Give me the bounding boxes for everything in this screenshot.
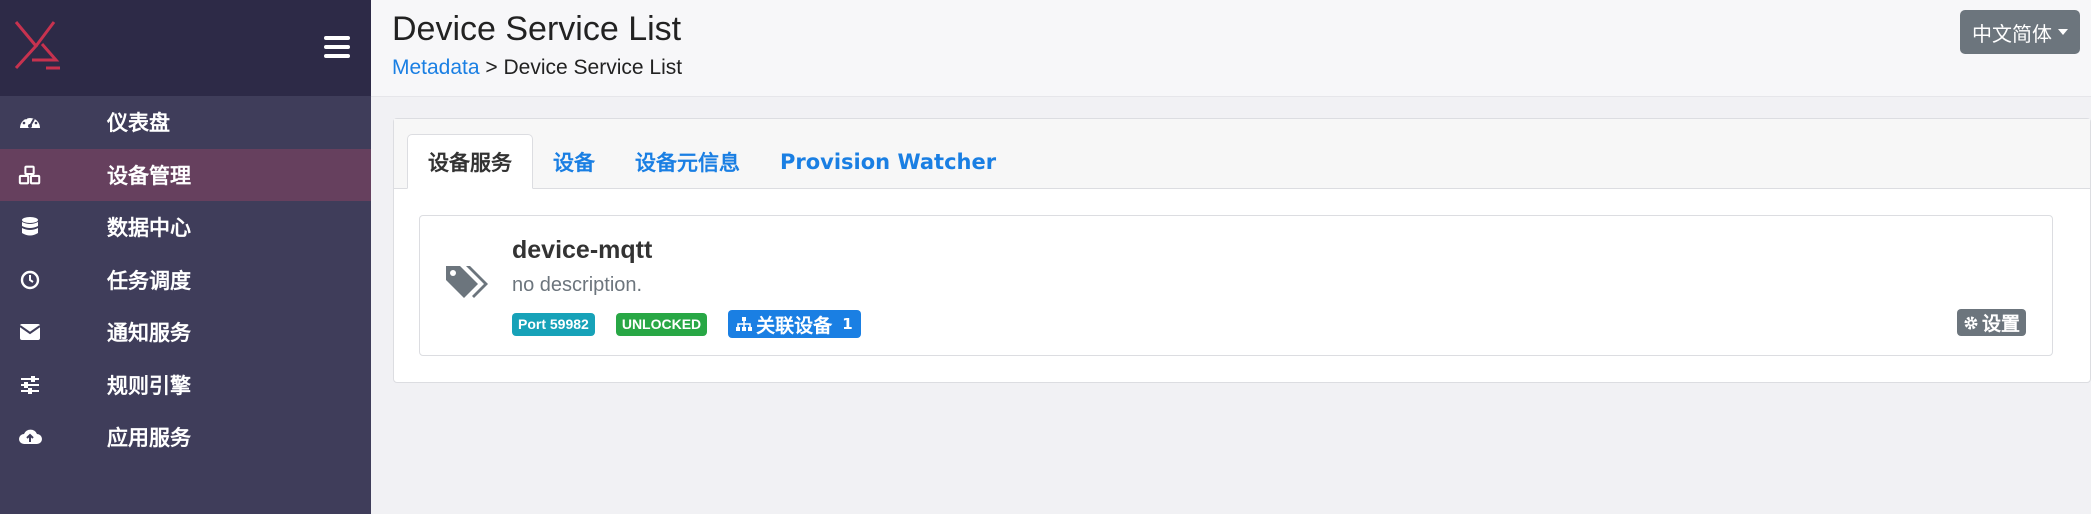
service-item: device-mqtt no description. Port 59982 U… [419, 215, 2053, 356]
settings-button[interactable]: 设置 [1956, 309, 2026, 336]
cloud-upload-icon [18, 425, 42, 449]
clock-icon [18, 268, 42, 292]
top-bar: Device Service List Metadata > Device Se… [371, 0, 2091, 97]
page-title: Device Service List [392, 10, 682, 48]
service-badges: Port 59982 UNLOCKED 关联设备 1 [512, 310, 882, 338]
sidebar-item-label: 规则引擎 [107, 373, 191, 398]
hamburger-menu-icon[interactable] [324, 36, 350, 58]
envelope-icon [18, 320, 42, 344]
sidebar-item-label: 仪表盘 [107, 111, 170, 136]
associated-devices-label: 关联设备 [756, 314, 833, 337]
gear-icon [1964, 316, 1978, 329]
settings-label: 设置 [1981, 313, 2020, 335]
sidebar-item-label: 数据中心 [107, 216, 191, 241]
tags-icon [446, 266, 488, 298]
sidebar-nav: 仪表盘 设备管理 数据中心 任务调度 通知服务 规则引擎 应用服务 [0, 96, 371, 464]
sidebar-item-label: 任务调度 [107, 268, 191, 293]
sidebar: 仪表盘 设备管理 数据中心 任务调度 通知服务 规则引擎 应用服务 [0, 0, 371, 514]
breadcrumb-separator: > [485, 56, 498, 79]
tab-provision-watcher[interactable]: Provision Watcher [760, 134, 1016, 189]
sidebar-item-label: 通知服务 [107, 321, 191, 346]
service-name[interactable]: device-mqtt [512, 236, 652, 265]
sidebar-header [0, 0, 371, 96]
port-badge: Port 59982 [512, 312, 595, 336]
logo-icon[interactable] [12, 20, 62, 70]
card-header: 设备服务 设备 设备元信息 Provision Watcher [394, 119, 2090, 189]
sitemap-icon [736, 317, 753, 331]
associated-devices-button[interactable]: 关联设备 1 [728, 310, 861, 338]
lock-status-badge: UNLOCKED [615, 312, 708, 336]
language-dropdown-button[interactable]: 中文简体 [1960, 10, 2080, 54]
tab-bar: 设备服务 设备 设备元信息 Provision Watcher [407, 134, 1016, 189]
tab-device-service[interactable]: 设备服务 [407, 134, 533, 189]
sidebar-item-scheduler[interactable]: 任务调度 [0, 254, 371, 307]
main-content: Device Service List Metadata > Device Se… [371, 0, 2091, 514]
breadcrumb-link-metadata[interactable]: Metadata [392, 56, 480, 79]
caret-down-icon [2058, 29, 2068, 35]
tab-device[interactable]: 设备 [533, 134, 615, 189]
content-card: 设备服务 设备 设备元信息 Provision Watcher device-m… [393, 118, 2091, 383]
sliders-icon [18, 373, 42, 397]
database-icon [18, 215, 42, 239]
sidebar-item-notifications[interactable]: 通知服务 [0, 306, 371, 359]
cubes-icon [18, 163, 42, 187]
sidebar-item-data-center[interactable]: 数据中心 [0, 201, 371, 254]
breadcrumb: Metadata > Device Service List [392, 56, 682, 80]
sidebar-item-dashboard[interactable]: 仪表盘 [0, 96, 371, 149]
sidebar-item-device-management[interactable]: 设备管理 [0, 148, 371, 201]
breadcrumb-current: Device Service List [503, 56, 683, 79]
dashboard-icon [18, 110, 42, 134]
tab-device-profile[interactable]: 设备元信息 [615, 134, 760, 189]
language-label: 中文简体 [1972, 21, 2052, 46]
sidebar-item-rules-engine[interactable]: 规则引擎 [0, 359, 371, 412]
sidebar-item-app-services[interactable]: 应用服务 [0, 411, 371, 464]
associated-devices-count: 1 [842, 315, 853, 333]
service-description: no description. [512, 274, 643, 296]
sidebar-item-label: 设备管理 [107, 163, 191, 188]
sidebar-item-label: 应用服务 [107, 426, 191, 451]
